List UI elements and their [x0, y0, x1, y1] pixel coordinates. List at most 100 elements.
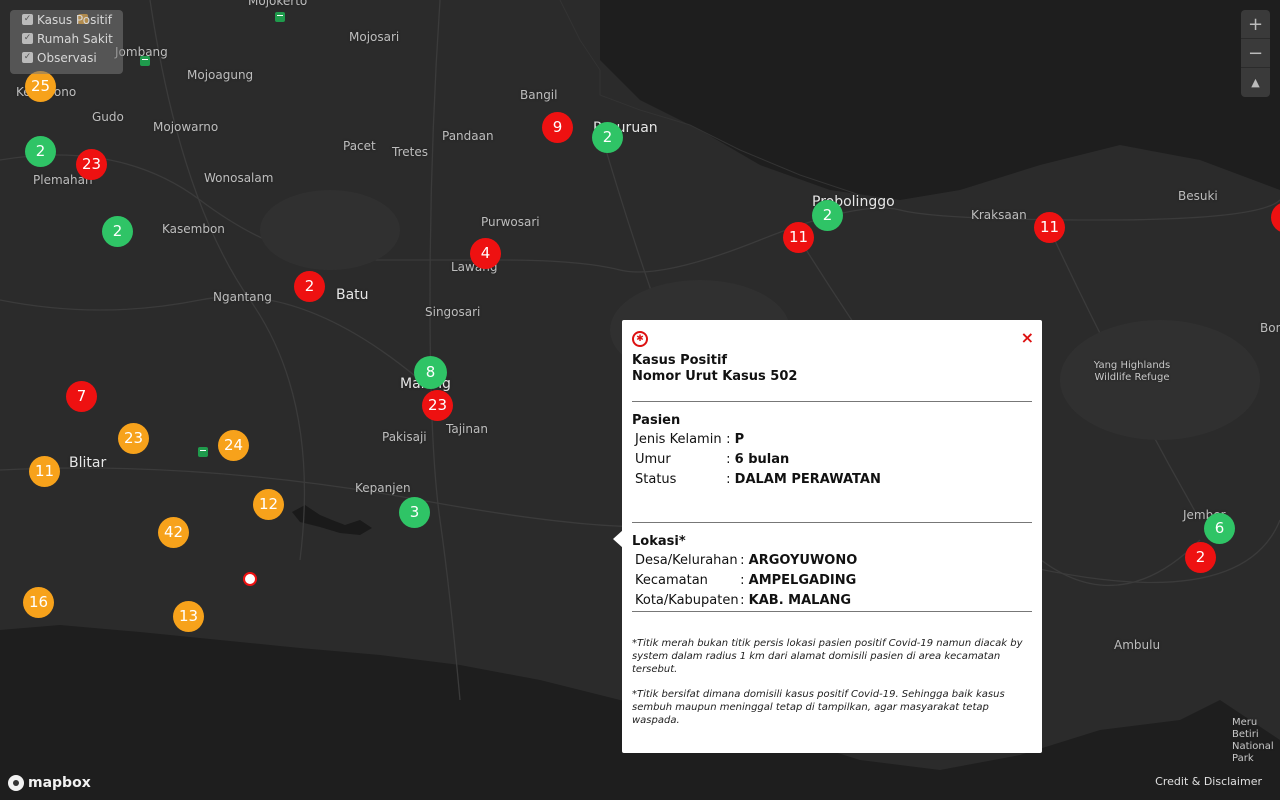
- place-label: Yang Highlands Wildlife Refuge: [1093, 360, 1171, 383]
- zoom-controls: + − ▲: [1241, 10, 1270, 97]
- selected-case-icon[interactable]: [243, 572, 257, 586]
- place-label: Kraksaan: [971, 208, 1027, 222]
- info-value: 6 bulan: [734, 452, 790, 467]
- place-label: Mojoagung: [187, 68, 254, 82]
- place-label: Bangil: [520, 88, 558, 102]
- info-row: Desa/Kelurahan : ARGOYUWONO: [635, 553, 858, 568]
- place-label: Batu: [336, 287, 369, 303]
- legend-label: Observasi: [37, 50, 97, 65]
- section-heading-pasien: Pasien: [632, 413, 681, 428]
- place-label: Gudo: [92, 110, 124, 124]
- hospital-icon[interactable]: [140, 56, 150, 66]
- place-label: Tajinan: [446, 422, 488, 436]
- popup-subtitle: Nomor Urut Kasus 502: [632, 369, 798, 384]
- mapbox-logo-text: mapbox: [28, 775, 91, 791]
- virus-icon: ✱: [632, 331, 648, 347]
- case-cluster-marker[interactable]: 11: [1034, 212, 1065, 243]
- place-label: Kepanjen: [355, 481, 411, 495]
- case-cluster-marker[interactable]: 24: [218, 430, 249, 461]
- case-cluster-marker[interactable]: 42: [158, 517, 189, 548]
- info-key: Jenis Kelamin: [635, 432, 722, 447]
- disclaimer-note: *Titik bersifat dimana domisili kasus po…: [632, 689, 1005, 726]
- info-row: Umur : 6 bulan: [635, 452, 790, 467]
- divider: [632, 611, 1032, 612]
- case-cluster-marker[interactable]: 2: [1185, 542, 1216, 573]
- zoom-out-button[interactable]: −: [1241, 39, 1270, 68]
- info-row: Jenis Kelamin : P: [635, 432, 745, 447]
- case-cluster-marker[interactable]: 8: [414, 356, 447, 389]
- case-cluster-marker[interactable]: 6: [1204, 513, 1235, 544]
- checkbox-checked-icon[interactable]: ✓: [22, 14, 33, 25]
- info-key: Status: [635, 472, 677, 487]
- legend-toggle-kasus-positif[interactable]: ✓ Kasus Positif: [10, 10, 123, 29]
- mapbox-logo[interactable]: mapbox: [8, 775, 91, 791]
- case-cluster-marker[interactable]: 12: [253, 489, 284, 520]
- case-cluster-marker[interactable]: 16: [23, 587, 54, 618]
- zoom-in-button[interactable]: +: [1241, 10, 1270, 39]
- case-cluster-marker[interactable]: 2: [294, 271, 325, 302]
- place-label: Ambulu: [1114, 638, 1161, 652]
- close-icon[interactable]: ×: [1021, 328, 1034, 347]
- case-cluster-marker[interactable]: 23: [422, 390, 453, 421]
- place-label: Meru Betiri National Park: [1232, 717, 1274, 764]
- case-cluster-marker[interactable]: 23: [118, 423, 149, 454]
- info-key: Umur: [635, 452, 671, 467]
- checkbox-checked-icon[interactable]: ✓: [22, 52, 33, 63]
- place-label: Besuki: [1178, 189, 1218, 203]
- place-label: Mojowarno: [153, 120, 219, 134]
- case-popup: ✱ × Kasus Positif Nomor Urut Kasus 502 P…: [622, 320, 1042, 753]
- popup-title: Kasus Positif: [632, 353, 728, 368]
- case-cluster-marker[interactable]: 4: [470, 238, 501, 269]
- info-key: Kecamatan: [635, 573, 708, 588]
- legend-label: Kasus Positif: [37, 12, 112, 27]
- place-label: Singosari: [425, 305, 481, 319]
- divider: [632, 401, 1032, 402]
- case-cluster-marker[interactable]: 2: [102, 216, 133, 247]
- place-label: Mojosari: [349, 30, 400, 44]
- info-row: Status : DALAM PERAWATAN: [635, 472, 881, 487]
- info-row: Kota/Kabupaten : KAB. MALANG: [635, 593, 852, 608]
- info-value: P: [734, 432, 745, 447]
- info-value: AMPELGADING: [748, 573, 857, 588]
- info-key: Desa/Kelurahan: [635, 553, 738, 568]
- place-label: Pacet: [343, 139, 376, 153]
- section-heading-lokasi: Lokasi*: [632, 534, 686, 549]
- place-label: Pandaan: [442, 129, 494, 143]
- case-cluster-marker[interactable]: 2: [25, 136, 56, 167]
- mapbox-logo-icon: [8, 775, 24, 791]
- place-label: Purwosari: [481, 215, 540, 229]
- info-row: Kecamatan : AMPELGADING: [635, 573, 857, 588]
- case-cluster-marker[interactable]: 2: [592, 122, 623, 153]
- case-cluster-marker[interactable]: 7: [66, 381, 97, 412]
- case-cluster-marker[interactable]: 25: [25, 71, 56, 102]
- credit-disclaimer-link[interactable]: Credit & Disclaimer: [1155, 775, 1262, 788]
- popup-header: Kasus Positif Nomor Urut Kasus 502: [632, 353, 797, 385]
- place-label: Pakisaji: [382, 430, 427, 444]
- info-value: KAB. MALANG: [748, 593, 852, 608]
- case-cluster-marker[interactable]: 2: [812, 200, 843, 231]
- compass-button[interactable]: ▲: [1241, 68, 1270, 97]
- case-cluster-marker[interactable]: 11: [29, 456, 60, 487]
- place-label: Ngantang: [213, 290, 272, 304]
- place-label: Wonosalam: [204, 171, 274, 185]
- case-cluster-marker[interactable]: 3: [399, 497, 430, 528]
- place-label: Kasembon: [162, 222, 225, 236]
- place-label: Tretes: [392, 145, 428, 159]
- case-cluster-marker[interactable]: 11: [783, 222, 814, 253]
- hospital-icon[interactable]: [275, 12, 285, 22]
- case-cluster-marker[interactable]: 23: [76, 149, 107, 180]
- place-label: Mojokerto: [248, 0, 308, 8]
- info-value: DALAM PERAWATAN: [734, 472, 881, 487]
- case-cluster-marker[interactable]: 13: [173, 601, 204, 632]
- case-cluster-marker[interactable]: 9: [542, 112, 573, 143]
- legend-toggle-rumah-sakit[interactable]: ✓ Rumah Sakit: [10, 29, 123, 48]
- checkbox-checked-icon[interactable]: ✓: [22, 33, 33, 44]
- info-key: Kota/Kabupaten: [635, 593, 739, 608]
- legend-toggle-observasi[interactable]: ✓ Observasi: [10, 48, 123, 67]
- layer-legend: ✓ Kasus Positif ✓ Rumah Sakit ✓ Observas…: [10, 10, 123, 74]
- place-label: Bondowoso: [1260, 321, 1280, 335]
- legend-label: Rumah Sakit: [37, 31, 113, 46]
- info-value: ARGOYUWONO: [748, 553, 858, 568]
- hospital-icon[interactable]: [198, 447, 208, 457]
- disclaimer-note: *Titik merah bukan titik persis lokasi p…: [632, 638, 1023, 675]
